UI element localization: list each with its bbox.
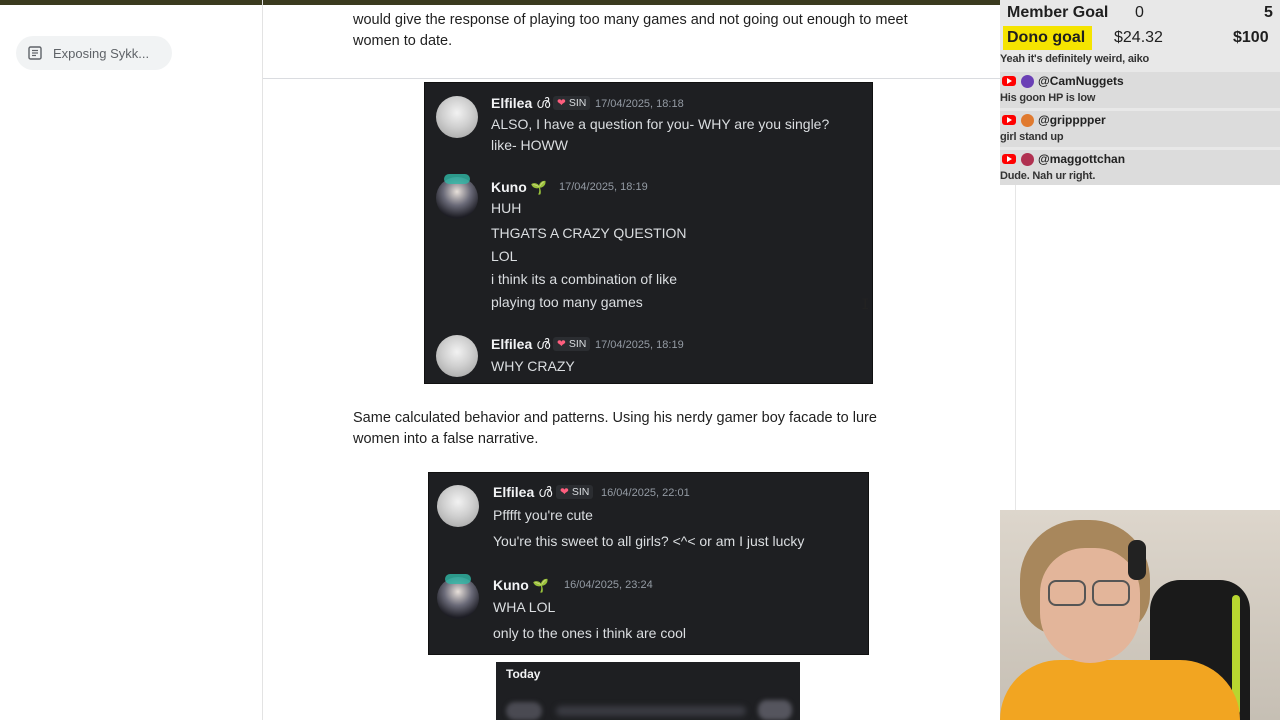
username: Kuno 🌱	[491, 179, 547, 195]
youtube-icon	[1002, 76, 1016, 86]
blurred-avatar	[758, 700, 792, 720]
document-outline-sidebar: Exposing Sykk...	[0, 5, 262, 720]
avatar	[437, 574, 479, 619]
message-line: i think its a combination of like	[491, 271, 677, 287]
paragraph-line: would give the response of playing too m…	[353, 12, 908, 28]
member-goal: Member Goal 0 5	[1000, 1, 1280, 25]
paragraph-line: women to date.	[353, 32, 453, 49]
paragraph-line: women into a false narrative.	[353, 430, 539, 447]
discord-screenshot-1: Elfilea ൾ ❤ SIN 17/04/2025, 18:18 ALSO, I…	[424, 82, 873, 384]
username: Elfilea ൾ	[491, 336, 551, 352]
chat-author: @maggottchan	[1000, 151, 1125, 167]
discord-screenshot-2: Elfilea ൾ ❤ SIN 16/04/2025, 22:01 Pfffft …	[428, 472, 869, 655]
avatar	[1021, 113, 1034, 127]
timestamp: 17/04/2025, 18:19	[595, 339, 684, 351]
outline-item-exposing[interactable]: Exposing Sykk...	[16, 36, 172, 70]
avatar	[1021, 152, 1034, 166]
avatar	[436, 335, 478, 377]
paragraph-middle: Same calculated behavior and patterns. U…	[353, 408, 943, 449]
document-body[interactable]: would give the response of playing too m…	[263, 0, 1015, 720]
timestamp: 17/04/2025, 18:19	[559, 181, 648, 193]
username: Elfilea ൾ	[491, 95, 551, 111]
document-icon	[28, 46, 42, 60]
text-cursor-icon: I	[861, 297, 870, 313]
message-line: playing too many games	[491, 294, 643, 310]
webcam-feed	[1000, 510, 1280, 720]
chat-message-text: Dude. Nah ur right.	[1000, 170, 1096, 182]
role-badge: ❤ SIN	[553, 337, 591, 351]
dono-goal-label: Dono goal	[1007, 29, 1086, 46]
today-header: Today	[506, 667, 541, 681]
member-goal-label: Member Goal	[1007, 4, 1109, 21]
message-line: THGATS A CRAZY QUESTION	[491, 225, 687, 241]
message-line: WHA LOL	[493, 599, 556, 615]
dono-goal-current: $24.32	[1114, 29, 1163, 46]
message-line: only to the ones i think are cool	[493, 625, 687, 641]
chat-author: @gripppper	[1000, 112, 1106, 128]
sprout-icon: 🌱	[532, 578, 549, 593]
chat-message-text: girl stand up	[1000, 131, 1064, 143]
timestamp: 17/04/2025, 18:18	[595, 98, 684, 110]
chat-message-text: His goon HP is low	[1000, 92, 1096, 104]
streamer-shirt	[1000, 660, 1240, 720]
paragraph-line: Same calculated behavior and patterns. U…	[353, 410, 877, 426]
role-badge: ❤ SIN	[553, 96, 591, 110]
discord-screenshot-3: Today	[496, 662, 800, 720]
headset-icon	[1128, 540, 1146, 580]
horizontal-rule	[263, 78, 1000, 79]
message-line: ALSO, I have a question for you- WHY are…	[491, 116, 830, 132]
blurred-text	[556, 706, 746, 716]
message-line: LOL	[491, 248, 518, 264]
youtube-icon	[1002, 154, 1016, 164]
avatar	[437, 485, 479, 527]
message-line: You're this sweet to all girls? <^< or a…	[493, 533, 805, 549]
glasses-icon	[1048, 580, 1086, 606]
avatar	[436, 174, 478, 219]
sprout-icon: 🌱	[530, 180, 547, 195]
message-line: WHY CRAZY	[491, 358, 575, 374]
avatar	[1021, 74, 1034, 88]
paragraph-top: would give the response of playing too m…	[353, 10, 943, 51]
message-line: Pfffft you're cute	[493, 507, 593, 523]
role-badge: ❤ SIN	[556, 485, 594, 499]
username: Elfilea ൾ	[493, 484, 553, 500]
message-line: HUH	[491, 200, 522, 216]
outline-item-label: Exposing Sykk...	[53, 45, 150, 61]
chat-author: @CamNuggets	[1000, 73, 1124, 89]
timestamp: 16/04/2025, 23:24	[564, 579, 653, 591]
youtube-icon	[1002, 115, 1016, 125]
member-goal-current: 0	[1135, 4, 1144, 21]
chat-message-text: Yeah it's definitely weird, aiko	[1000, 53, 1150, 65]
timestamp: 16/04/2025, 22:01	[601, 487, 690, 499]
member-goal-target: 5	[1264, 4, 1273, 21]
username: Kuno 🌱	[493, 577, 549, 593]
blurred-avatar	[506, 702, 542, 720]
avatar	[436, 96, 478, 138]
stream-goals-and-chat: Member Goal 0 5 Dono goal $24.32 $100 Ye…	[1000, 0, 1280, 185]
message-line: like- HOWW	[491, 137, 568, 153]
glasses-icon	[1092, 580, 1130, 606]
dono-goal: Dono goal $24.32 $100	[1000, 26, 1280, 50]
panel-divider	[1015, 185, 1016, 510]
dono-goal-target: $100	[1233, 29, 1269, 46]
